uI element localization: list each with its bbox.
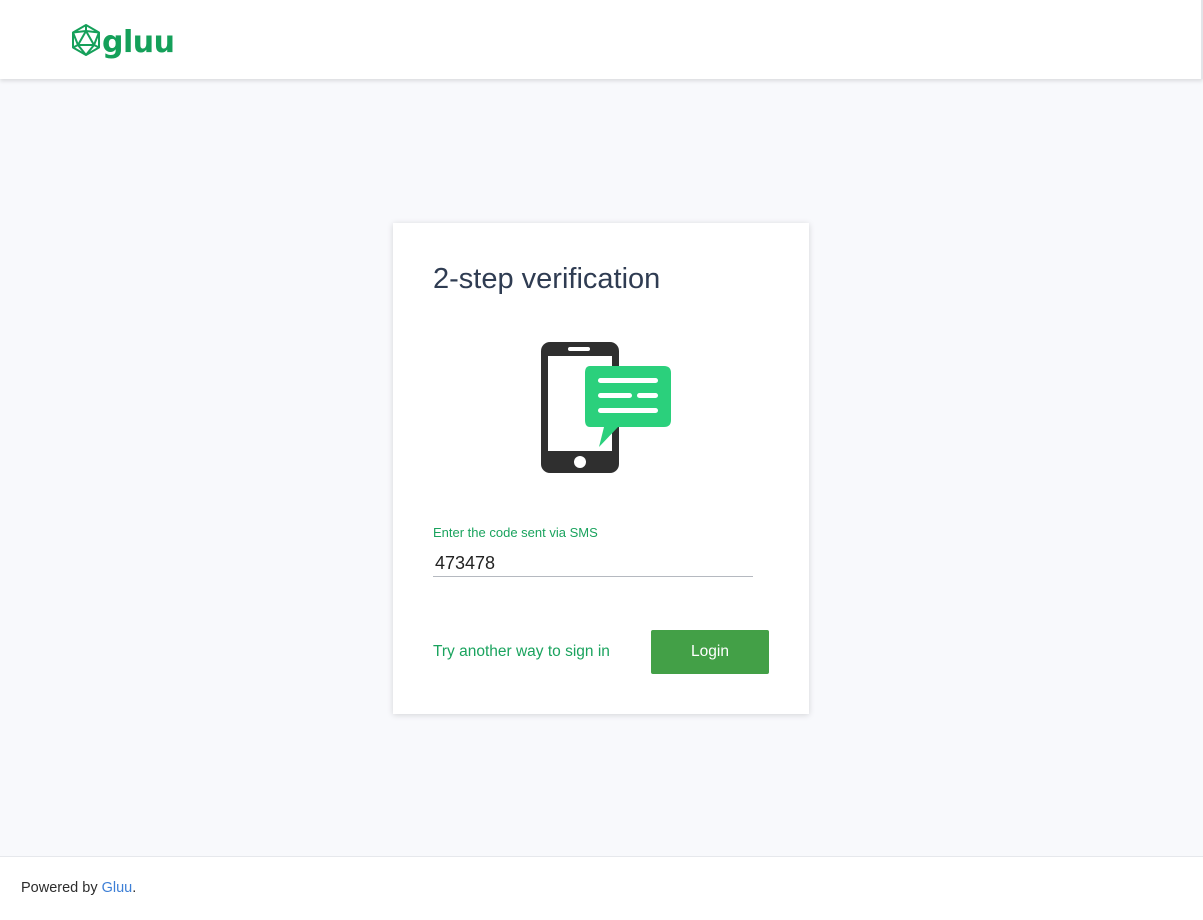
top-header: gluu [0, 0, 1203, 79]
gluu-footer-link[interactable]: Gluu [102, 880, 133, 896]
icosahedron-logo-icon [71, 23, 101, 62]
sms-code-input[interactable] [433, 551, 753, 577]
powered-by-prefix: Powered by [21, 880, 102, 896]
try-another-way-link[interactable]: Try another way to sign in [433, 643, 610, 661]
powered-by-suffix: . [132, 880, 137, 896]
login-button[interactable]: Login [651, 630, 769, 674]
gluu-logo[interactable]: gluu [71, 23, 175, 62]
code-field-label: Enter the code sent via SMS [433, 525, 598, 540]
phone-sms-icon [540, 341, 672, 478]
powered-by-text: Powered by Gluu. [21, 880, 136, 896]
page-footer: Powered by Gluu. [0, 856, 1203, 920]
page-title: 2-step verification [433, 263, 661, 295]
logo-wordmark: gluu [102, 24, 175, 60]
verification-card: 2-step verification Enter the code sent … [393, 223, 809, 714]
